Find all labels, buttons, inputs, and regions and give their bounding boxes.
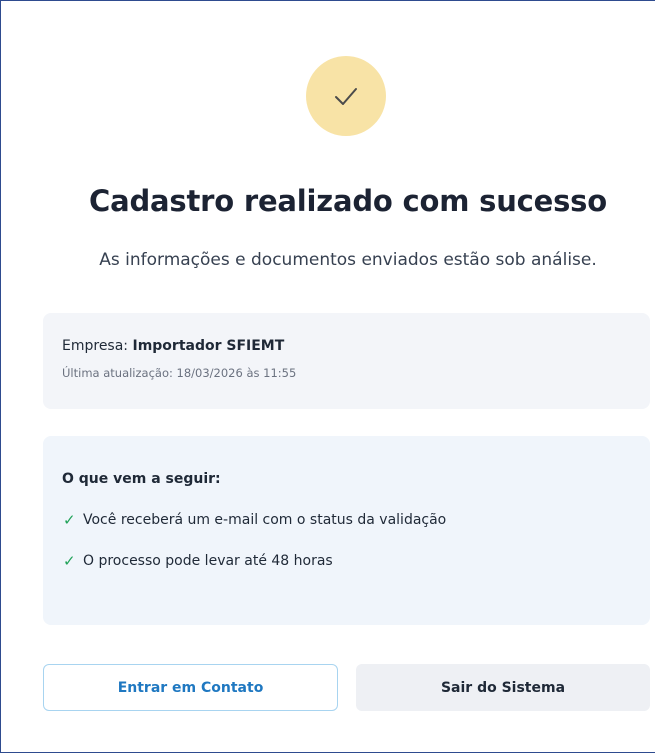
contact-button[interactable]: Entrar em Contato xyxy=(43,664,338,711)
company-info-card: Empresa: Importador SFIEMT Última atuali… xyxy=(43,313,650,409)
list-item: ✓ O processo pode levar até 48 horas xyxy=(62,552,631,570)
company-line: Empresa: Importador SFIEMT xyxy=(62,337,631,355)
page-subtitle: As informações e documentos enviados est… xyxy=(99,250,597,270)
list-item: ✓ Você receberá um e-mail com o status d… xyxy=(62,511,631,529)
check-icon: ✓ xyxy=(63,511,76,529)
next-step-text: Você receberá um e-mail com o status da … xyxy=(83,512,447,528)
next-steps-card: O que vem a seguir: ✓ Você receberá um e… xyxy=(43,436,650,625)
check-icon: ✓ xyxy=(63,552,76,570)
company-name: Importador SFIEMT xyxy=(132,338,285,354)
checkmark-icon xyxy=(335,88,357,105)
success-panel: Cadastro realizado com sucesso As inform… xyxy=(0,0,655,753)
next-step-text: O processo pode levar até 48 horas xyxy=(83,553,333,569)
next-steps-title: O que vem a seguir: xyxy=(62,471,221,487)
success-badge xyxy=(306,56,386,136)
last-updated-text: Última atualização: 18/03/2026 às 11:55 xyxy=(62,366,297,380)
page-title: Cadastro realizado com sucesso xyxy=(89,184,607,218)
exit-system-button[interactable]: Sair do Sistema xyxy=(356,664,650,711)
company-label: Empresa: xyxy=(62,338,129,354)
